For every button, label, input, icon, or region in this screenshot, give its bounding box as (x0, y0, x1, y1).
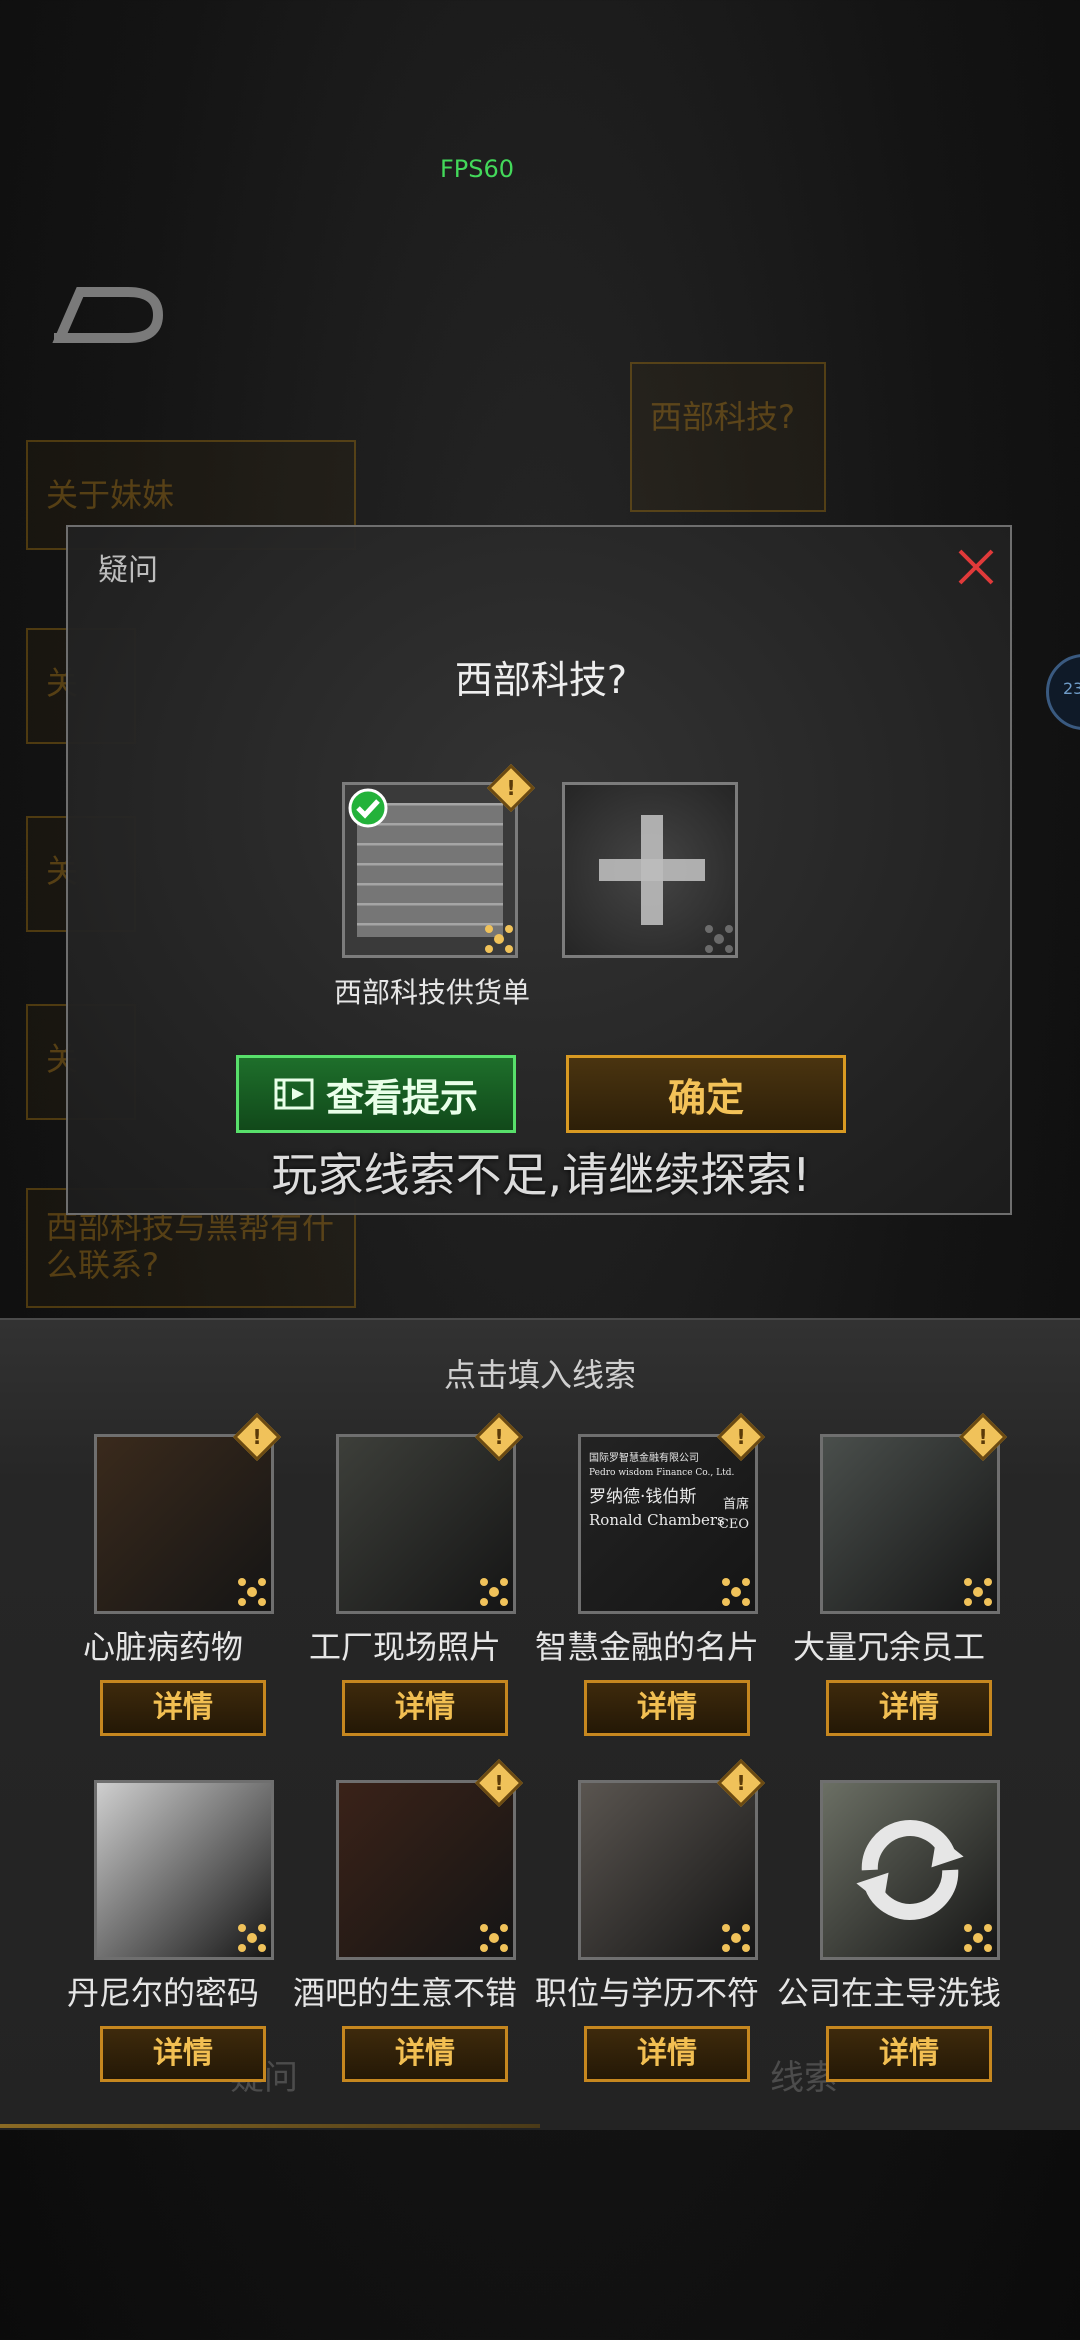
molecule-icon (964, 1578, 992, 1606)
detail-button[interactable]: 详情 (584, 1680, 750, 1736)
detail-button[interactable]: 详情 (342, 1680, 508, 1736)
molecule-icon (480, 1578, 508, 1606)
molecule-icon (480, 1924, 508, 1952)
clue-name: 心脏病药物 (82, 1628, 243, 1666)
clue-name: 工厂现场照片 (308, 1628, 501, 1666)
view-hint-button[interactable]: 查看提示 (236, 1055, 516, 1133)
slot-label: 西部科技供货单 (333, 976, 530, 1009)
clue-name: 丹尼尔的密码 (66, 1974, 259, 2012)
clue-card[interactable]: ! 职位与学历不符 详情 (526, 1758, 768, 2102)
confirm-button[interactable]: 确定 (566, 1055, 846, 1133)
molecule-icon (705, 925, 733, 953)
clue-slot-filled[interactable] (342, 782, 518, 958)
business-card-company: 国际罗智慧金融有限公司 (589, 1453, 699, 1464)
detail-button[interactable]: 详情 (826, 1680, 992, 1736)
business-card-title-cn: 首席 (722, 1497, 749, 1512)
close-icon[interactable] (954, 545, 998, 589)
question-text: 西部科技? (454, 658, 628, 702)
clue-card[interactable]: 公司在主导洗钱详情 (768, 1772, 1010, 2102)
detail-button[interactable]: 详情 (100, 1680, 266, 1736)
clue-name: 智慧金融的名片 (534, 1628, 759, 1666)
video-icon (274, 1078, 314, 1110)
molecule-icon (722, 1924, 750, 1952)
fps-counter: FPS60 (440, 155, 515, 183)
molecule-icon (238, 1924, 266, 1952)
clue-card[interactable]: ! 大量冗余员工 详情 (768, 1412, 1010, 1756)
clue-panel: 点击填入线索 疑问 线索 !心脏病药物详情!工厂现场照片详情国际罗智慧金融有限公… (0, 1318, 1080, 2130)
clue-card[interactable]: ! 工厂现场照片 详情 (284, 1412, 526, 1756)
dialog-title: 疑问 (98, 553, 158, 588)
side-badge[interactable]: 23 (1046, 654, 1080, 730)
back-arrow-icon[interactable] (50, 280, 170, 350)
toast-message: 玩家线索不足,请继续探索! (271, 1148, 811, 1202)
view-hint-label: 查看提示 (325, 1075, 478, 1120)
detail-button[interactable]: 详情 (100, 2026, 266, 2082)
molecule-icon (485, 925, 513, 953)
clue-name: 职位与学历不符 (534, 1974, 759, 2012)
business-card-company-en: Pedro wisdom Finance Co., Ltd. (589, 1468, 735, 1478)
clue-card[interactable]: ! 酒吧的生意不错 详情 (284, 1758, 526, 2102)
panel-divider (0, 2124, 540, 2128)
clue-name: 公司在主导洗钱 (776, 1974, 1001, 2012)
clue-card[interactable]: 丹尼尔的密码详情 (42, 1772, 284, 2102)
bg-card-west-tech: 西部科技? (630, 362, 826, 512)
clue-name: 大量冗余员工 (792, 1628, 985, 1666)
clue-name: 酒吧的生意不错 (292, 1974, 517, 2012)
detail-button[interactable]: 详情 (342, 2026, 508, 2082)
clue-card[interactable]: 国际罗智慧金融有限公司 Pedro wisdom Finance Co., Ltd… (526, 1412, 768, 1756)
clue-slot-empty[interactable] (562, 782, 738, 958)
molecule-icon (722, 1578, 750, 1606)
question-dialog: 疑问 西部科技? ! 西部科技供货单 查看提示 确定 玩家线索不足,请继续探索! (66, 525, 1012, 1215)
detail-button[interactable]: 详情 (584, 2026, 750, 2082)
check-icon (348, 788, 388, 828)
recycle-icon (856, 1820, 964, 1920)
molecule-icon (238, 1578, 266, 1606)
business-card-title-en: CEO (718, 1517, 749, 1532)
panel-title: 点击填入线索 (443, 1356, 636, 1394)
detail-button[interactable]: 详情 (826, 2026, 992, 2082)
add-icon-bar (599, 859, 705, 881)
molecule-icon (964, 1924, 992, 1952)
clue-card[interactable]: ! 心脏病药物 详情 (42, 1412, 284, 1756)
